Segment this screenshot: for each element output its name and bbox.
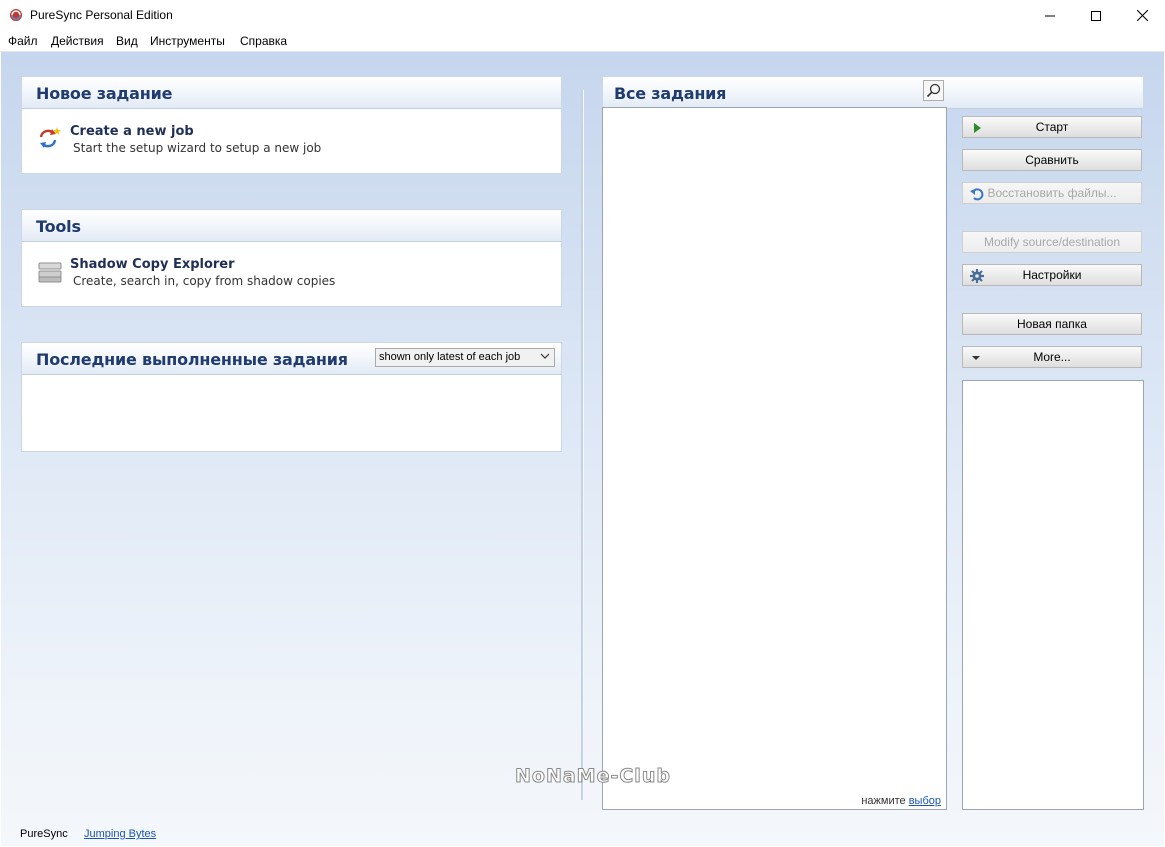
start-button[interactable]: Старт xyxy=(962,116,1142,138)
gear-icon xyxy=(970,269,984,283)
restore-files-button[interactable]: Восстановить файлы... xyxy=(962,182,1142,204)
modify-source-button[interactable]: Modify source/destination xyxy=(962,231,1142,253)
minimize-icon xyxy=(1045,15,1055,16)
compare-button[interactable]: Сравнить xyxy=(962,149,1142,171)
shadow-copy-title[interactable]: Shadow Copy Explorer xyxy=(70,257,235,272)
search-button[interactable] xyxy=(923,80,944,101)
minimize-button[interactable] xyxy=(1027,0,1073,31)
shadow-copy-desc: Create, search in, copy from shadow copi… xyxy=(73,274,336,288)
recent-jobs-title: Последние выполненные задания xyxy=(36,350,348,369)
tools-panel: Tools Shadow Copy Explorer Create, searc… xyxy=(21,209,562,307)
all-jobs-header: Все задания xyxy=(602,76,1144,109)
watermark: NoNaMe-Club xyxy=(515,765,671,788)
recent-filter-select[interactable]: shown only latest of each job xyxy=(375,348,555,367)
menu-actions[interactable]: Действия xyxy=(51,34,104,48)
restore-icon xyxy=(970,188,984,201)
shadow-copy-icon xyxy=(38,262,62,283)
panel-header: Все задания xyxy=(603,77,1143,109)
all-jobs-title: Все задания xyxy=(614,84,727,103)
all-jobs-list[interactable]: нажмите выбор xyxy=(602,107,947,810)
panel-header: Новое задание xyxy=(22,77,561,109)
window-title: PureSync Personal Edition xyxy=(30,8,173,22)
menu-file[interactable]: Файл xyxy=(8,34,38,48)
more-label: More... xyxy=(1033,350,1071,364)
new-folder-button[interactable]: Новая папка xyxy=(962,313,1142,335)
chevron-down-icon xyxy=(972,356,980,360)
app-icon xyxy=(10,9,22,21)
list-hint: нажмите выбор xyxy=(861,795,941,807)
maximize-icon xyxy=(1091,10,1101,21)
menu-tools[interactable]: Инструменты xyxy=(150,34,225,48)
search-icon xyxy=(926,83,941,98)
footer-link[interactable]: Jumping Bytes xyxy=(84,828,156,840)
job-details-pane xyxy=(962,380,1144,810)
tools-title: Tools xyxy=(36,217,81,236)
menu-bar: Файл Действия Вид Инструменты Справка xyxy=(0,31,1165,52)
start-label: Старт xyxy=(1035,120,1069,134)
modify-label: Modify source/destination xyxy=(983,235,1121,249)
new-job-panel: Новое задание Create a new job Start the… xyxy=(21,76,562,174)
new-job-icon xyxy=(39,127,61,148)
maximize-button[interactable] xyxy=(1073,0,1119,31)
menu-view[interactable]: Вид xyxy=(116,34,138,48)
restore-label: Восстановить файлы... xyxy=(987,186,1117,200)
panel-header: Tools xyxy=(22,210,561,242)
menu-help[interactable]: Справка xyxy=(240,34,287,48)
play-icon xyxy=(974,123,981,133)
new-folder-label: Новая папка xyxy=(1017,317,1087,331)
new-job-title: Новое задание xyxy=(36,84,173,103)
hint-text: нажмите xyxy=(861,795,906,807)
create-job-desc: Start the setup wizard to setup a new jo… xyxy=(73,141,322,155)
title-bar: PureSync Personal Edition xyxy=(0,0,1165,31)
settings-label: Настройки xyxy=(1022,268,1082,282)
close-icon xyxy=(1136,10,1148,21)
dropdown-arrow-icon xyxy=(540,353,550,359)
settings-button[interactable]: Настройки xyxy=(962,264,1142,286)
hint-link[interactable]: выбор xyxy=(909,795,941,807)
recent-filter-value: shown only latest of each job xyxy=(379,351,521,363)
footer-app-name: PureSync xyxy=(20,828,68,840)
more-button[interactable]: More... xyxy=(962,346,1142,368)
create-job-title[interactable]: Create a new job xyxy=(70,124,194,139)
compare-label: Сравнить xyxy=(1025,153,1079,167)
panel-divider xyxy=(581,90,584,800)
close-button[interactable] xyxy=(1119,0,1165,31)
